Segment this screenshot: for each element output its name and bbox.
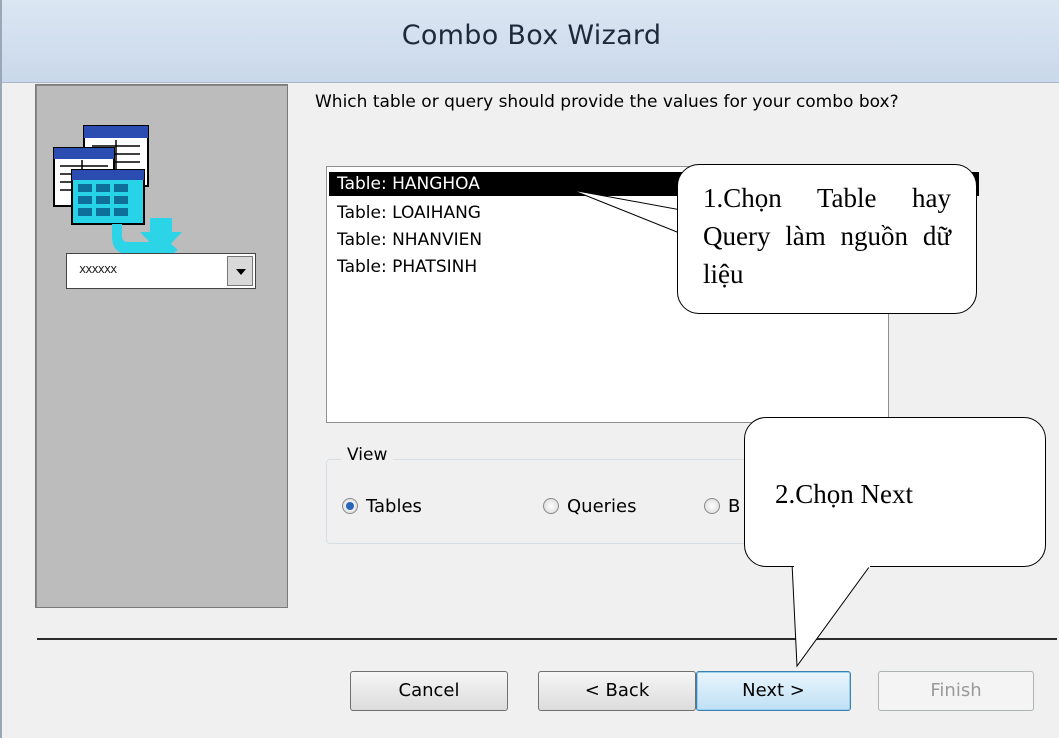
annotation-callout-1: 1.Chọn Table hay Query làm nguồn dữ liệu xyxy=(677,164,977,314)
annotation-callout-2: 2.Chọn Next xyxy=(744,417,1046,567)
callout-pointers xyxy=(571,189,873,668)
wizard-window: Combo Box Wizard xxxxxx Which table or q… xyxy=(0,0,1059,738)
